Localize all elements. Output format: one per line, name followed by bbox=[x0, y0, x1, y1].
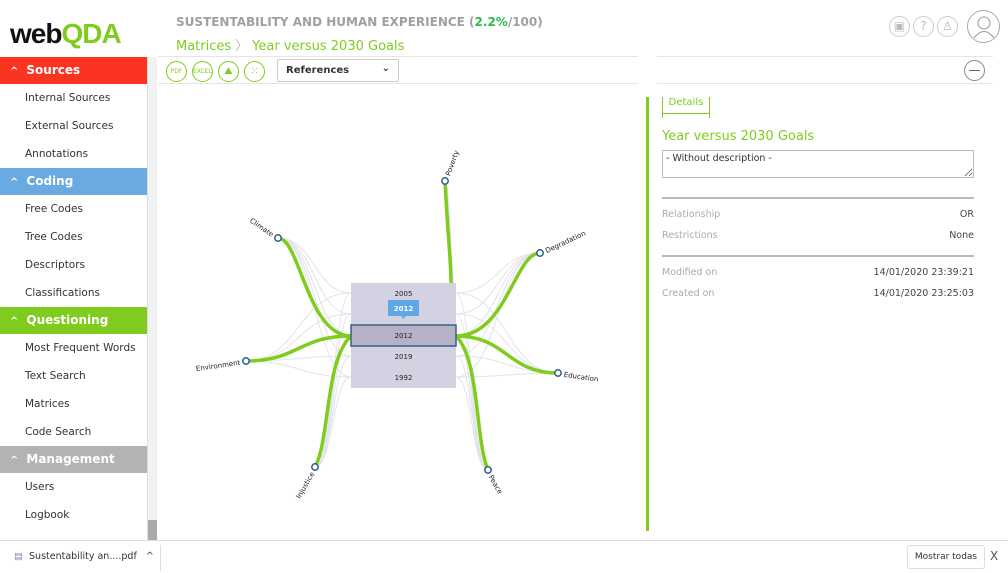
goal-label-group: Poverty bbox=[444, 149, 461, 177]
video-icon[interactable]: ▣ bbox=[889, 16, 910, 37]
goal-label-group: Environment bbox=[195, 359, 241, 373]
details-toolbar bbox=[657, 56, 993, 84]
award-icon[interactable]: ♙ bbox=[937, 16, 958, 37]
close-icon[interactable]: X bbox=[990, 549, 998, 563]
year-label[interactable]: 2019 bbox=[395, 353, 413, 361]
goal-node-injustice[interactable] bbox=[311, 463, 319, 471]
year-label[interactable]: 2005 bbox=[395, 290, 413, 298]
help-icon[interactable]: ? bbox=[913, 16, 934, 37]
year-label[interactable]: 1992 bbox=[395, 374, 413, 382]
goal-label[interactable]: Degradation bbox=[544, 229, 587, 255]
user-avatar-icon[interactable] bbox=[967, 10, 1000, 43]
show-all-button[interactable]: Mostrar todas bbox=[907, 545, 985, 569]
goal-label-group: Education bbox=[563, 371, 599, 384]
year-label[interactable]: 2012 bbox=[395, 332, 413, 340]
divider bbox=[160, 545, 161, 571]
tooltip-text: 2012 bbox=[394, 305, 414, 313]
goal-label-group: Climate bbox=[248, 217, 275, 239]
faint-link bbox=[455, 252, 541, 336]
goal-node-environment[interactable] bbox=[242, 357, 250, 365]
goal-label-group: Peace bbox=[487, 474, 504, 496]
goal-label[interactable]: Poverty bbox=[444, 149, 461, 177]
detail-row: Modified on 14/01/2020 23:39:21 bbox=[662, 267, 974, 278]
goal-node-poverty[interactable] bbox=[441, 177, 449, 185]
pdf-file-icon: ▤ bbox=[14, 551, 23, 562]
goal-label-group: Injustice bbox=[295, 471, 317, 500]
goal-label-group: Degradation bbox=[544, 229, 587, 255]
collapse-icon[interactable] bbox=[964, 60, 985, 81]
matrix-diagram: 2005 2012 2019 1992 2012 Poverty Climate Degrad… bbox=[195, 149, 599, 500]
download-item[interactable]: ▤ Sustentability an....pdf ^ bbox=[14, 551, 154, 562]
goal-label[interactable]: Peace bbox=[487, 474, 504, 496]
detail-row: Created on 14/01/2020 23:25:03 bbox=[662, 288, 974, 299]
divider bbox=[662, 197, 974, 199]
panel-divider[interactable] bbox=[646, 97, 649, 531]
faint-link bbox=[455, 252, 541, 357]
divider bbox=[662, 255, 974, 257]
chevron-up-icon[interactable]: ^ bbox=[146, 551, 154, 562]
detail-row: Relationship OR bbox=[662, 209, 974, 220]
details-panel: Details Year versus 2030 Goals - Without… bbox=[662, 97, 974, 309]
goal-label[interactable]: Injustice bbox=[295, 471, 317, 500]
goal-label[interactable]: Environment bbox=[195, 359, 241, 373]
matrix-title: Year versus 2030 Goals bbox=[662, 129, 815, 144]
goal-node-education[interactable] bbox=[554, 369, 562, 377]
goal-label[interactable]: Climate bbox=[248, 217, 275, 239]
goal-node-peace[interactable] bbox=[484, 466, 492, 474]
description-field[interactable]: - Without description - bbox=[662, 150, 974, 178]
tab-details[interactable]: Details bbox=[662, 97, 710, 118]
goal-node-degradation[interactable] bbox=[536, 249, 544, 257]
detail-row: Restrictions None bbox=[662, 230, 974, 241]
goal-node-climate[interactable] bbox=[274, 234, 282, 242]
download-bar: ▤ Sustentability an....pdf ^ Mostrar tod… bbox=[0, 540, 1008, 573]
goal-label[interactable]: Education bbox=[563, 371, 599, 384]
